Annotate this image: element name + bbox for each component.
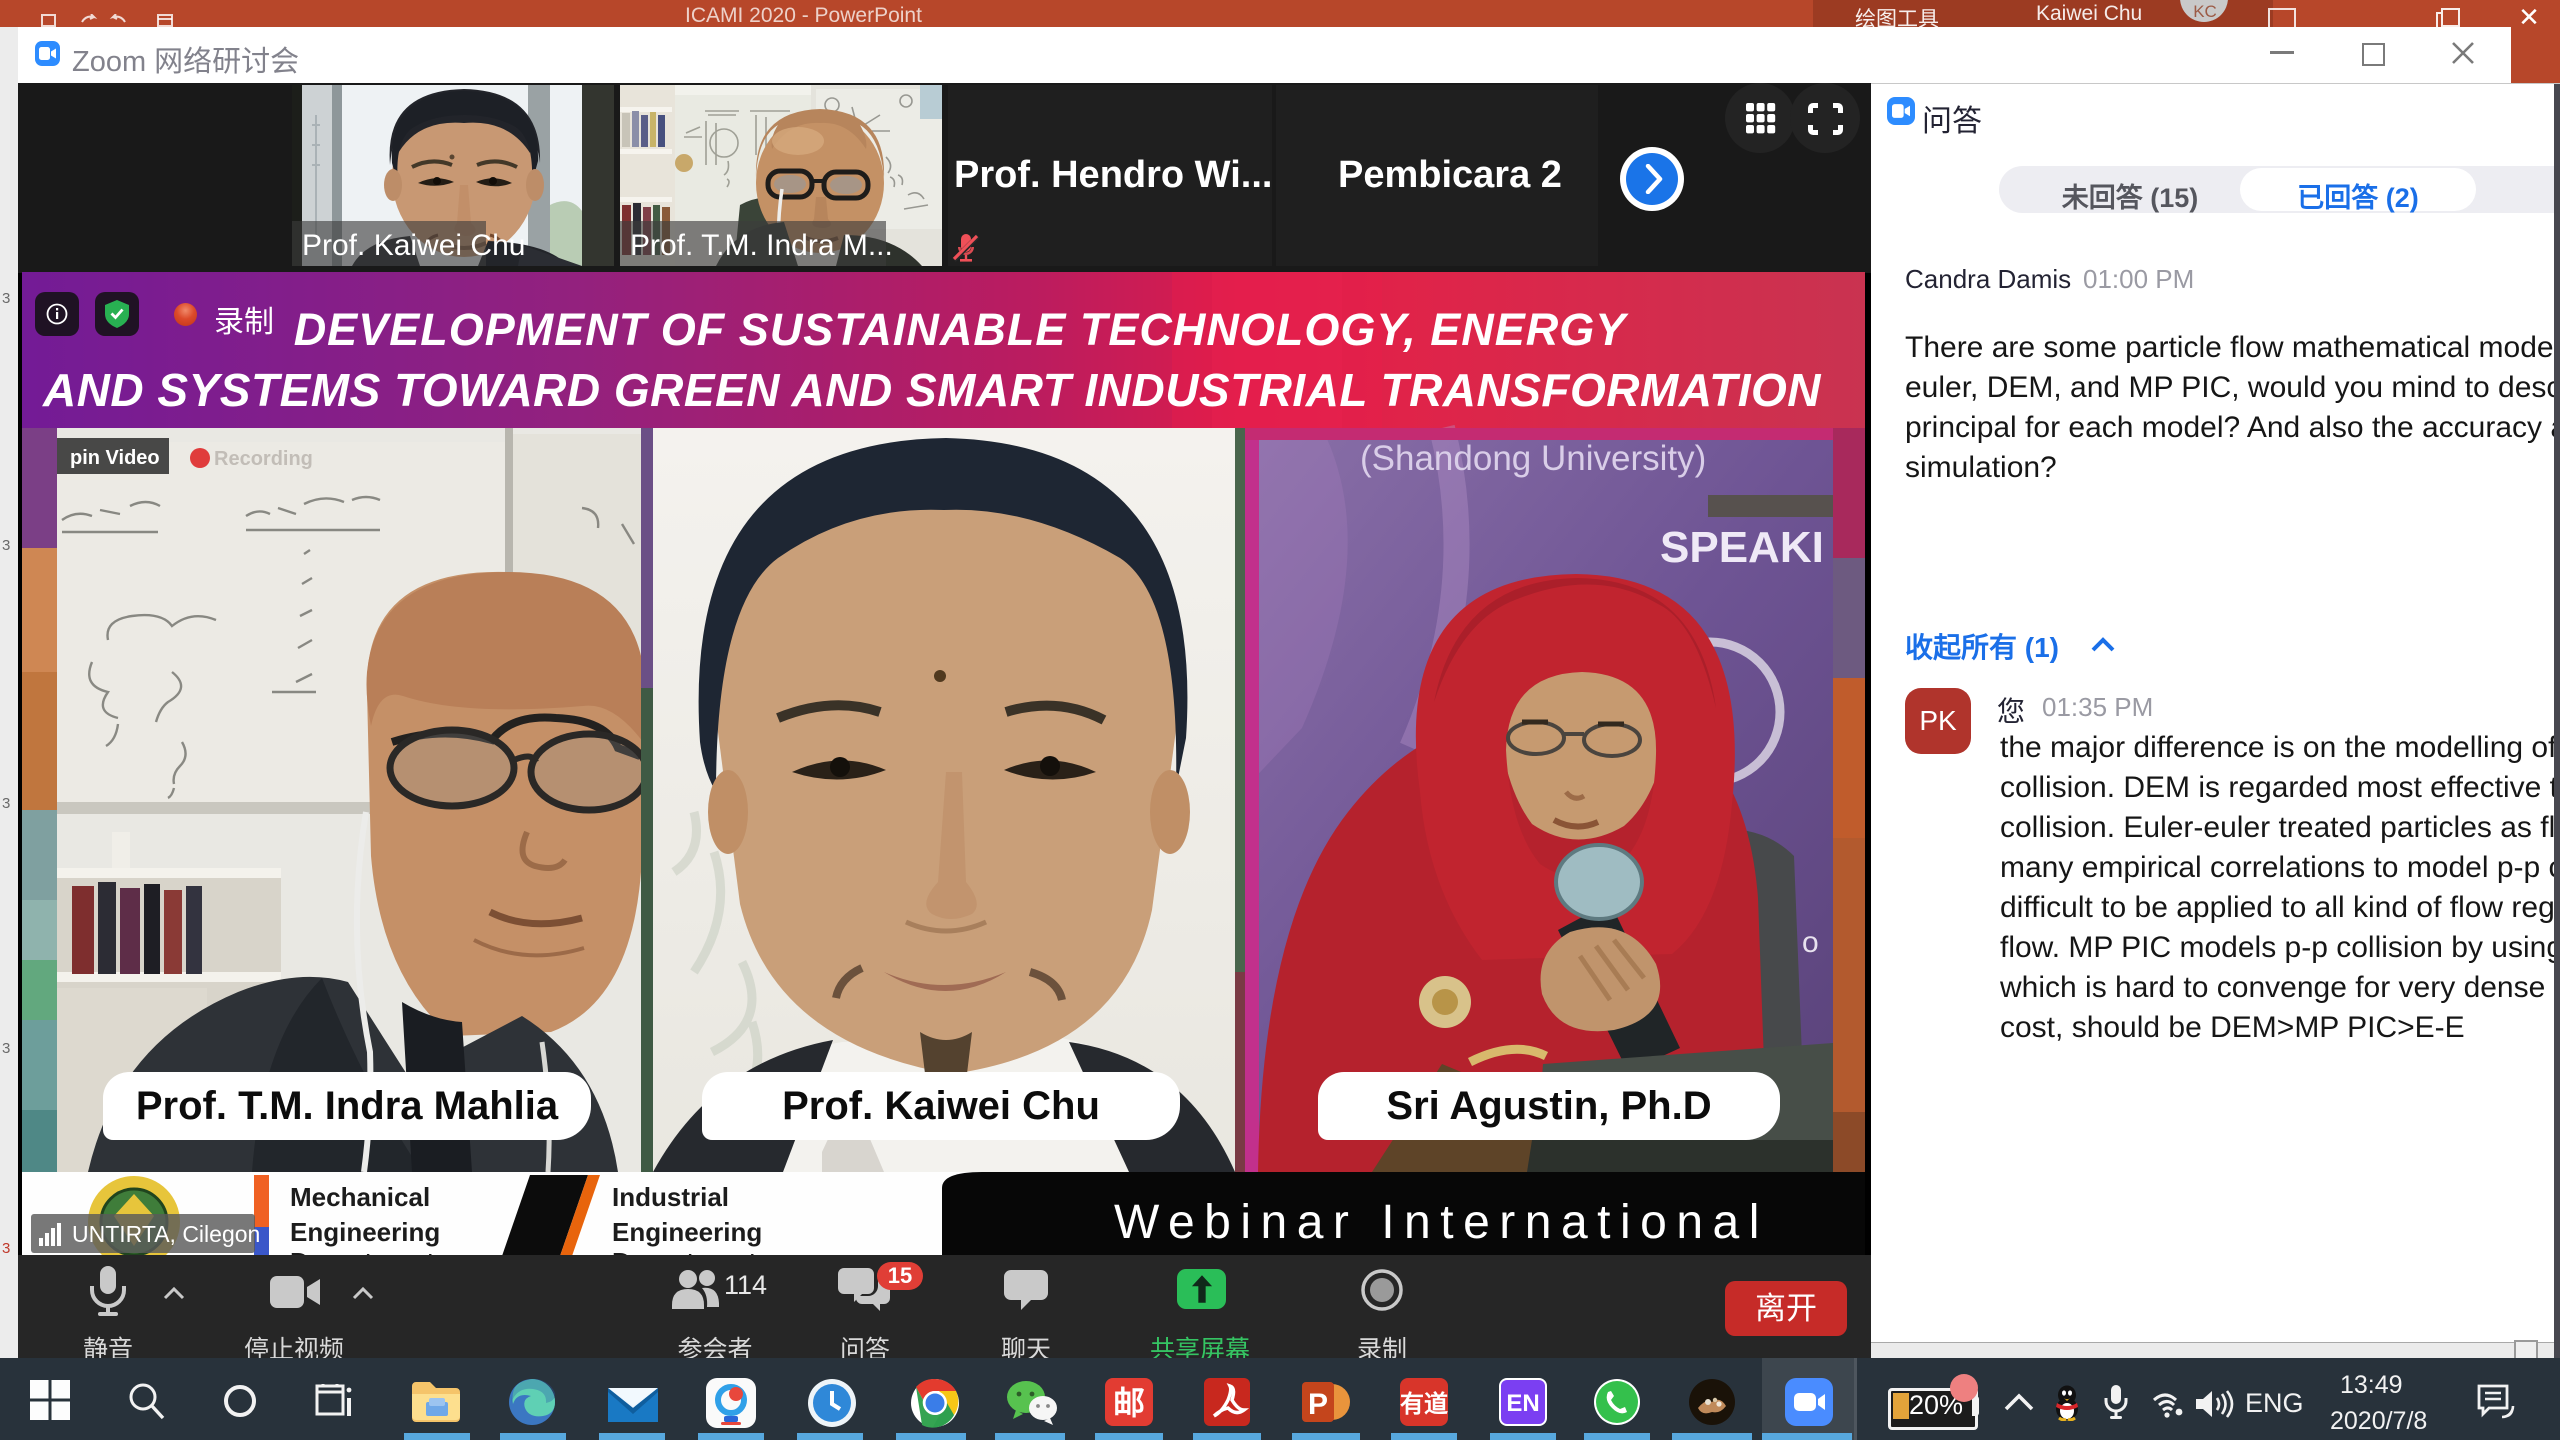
svg-text:Industrial: Industrial	[612, 1182, 729, 1212]
svg-text:Mechanical: Mechanical	[290, 1182, 430, 1212]
svg-text:Engineering: Engineering	[290, 1217, 440, 1247]
svg-text:Prof. T.M. Indra M...: Prof. T.M. Indra M...	[630, 229, 893, 262]
svg-text:SPEAKI: SPEAKI	[1660, 523, 1824, 572]
svg-text:Recording: Recording	[214, 448, 313, 470]
svg-text:有道: 有道	[1400, 1390, 1448, 1418]
svg-text:Prof. Kaiwei Chu: Prof. Kaiwei Chu	[302, 229, 525, 262]
svg-text:P: P	[1308, 1388, 1328, 1421]
svg-text:Engineering: Engineering	[612, 1217, 762, 1247]
svg-text:邮: 邮	[1113, 1385, 1145, 1421]
svg-text:Webinar International: Webinar International	[1114, 1196, 1769, 1249]
svg-text:pin Video: pin Video	[70, 447, 160, 469]
svg-text:(Shandong University): (Shandong University)	[1360, 439, 1706, 478]
svg-text:o: o	[1802, 926, 1819, 959]
svg-text:EN: EN	[1506, 1390, 1539, 1417]
